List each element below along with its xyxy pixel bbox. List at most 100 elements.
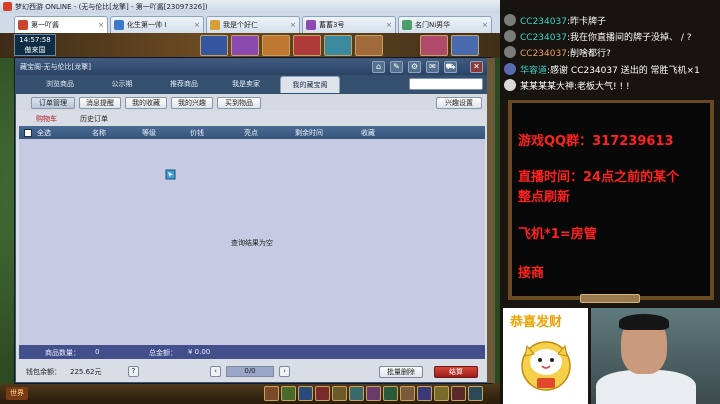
party-portrait[interactable]	[200, 35, 228, 56]
client-tab-4[interactable]: 蓄蓄3号 ×	[302, 16, 396, 33]
window-titlebar: 梦幻西游 ONLINE - (无与伦比[龙擎] - 第一吖酱[23097326]…	[0, 0, 500, 13]
world-chat-button[interactable]: 世界	[6, 387, 28, 400]
col-time-left: 剩余时间	[295, 129, 323, 137]
party-portrait[interactable]	[231, 35, 259, 56]
client-tab-2[interactable]: 化生第一帅 I ×	[110, 16, 204, 33]
dialog-nav: 浏览商品 公示期 推荐商品 我是卖家 我的藏宝阁	[16, 75, 490, 94]
my-favorites-button[interactable]: 我的收藏	[125, 97, 167, 109]
my-interests-button[interactable]: 我的兴趣	[171, 97, 213, 109]
location-name: 傲来国	[24, 46, 46, 54]
batch-delete-button[interactable]: 批量删除	[379, 366, 423, 378]
luck-banner: 恭喜发财	[503, 308, 588, 404]
close-icon[interactable]: ×	[98, 21, 104, 29]
treasure-pavilion-dialog: 藏宝阁-无与伦比[龙擎] ⌂ ✎ ⚙ ✉ ⛟ ✕ 浏览商品 公示期 推荐商品 我…	[15, 58, 491, 383]
party-portrait[interactable]	[262, 35, 290, 56]
chat-message: CC234037:削啥都行?	[520, 49, 611, 59]
hotbar-slot[interactable]	[451, 386, 466, 401]
window-title: 梦幻西游 ONLINE - (无与伦比[龙擎] - 第一吖酱[23097326]…	[15, 2, 208, 11]
avatar	[504, 46, 516, 58]
search-input[interactable]	[409, 78, 483, 90]
wallet-balance: 225.62元	[70, 368, 102, 376]
dialog-header: 藏宝阁-无与伦比[龙擎] ⌂ ✎ ⚙ ✉ ⛟ ✕	[16, 59, 490, 75]
party-portrait[interactable]	[451, 35, 479, 56]
mail-icon[interactable]: ✉	[426, 61, 439, 73]
party-portrait[interactable]	[293, 35, 321, 56]
game-side-scrollbar[interactable]	[487, 58, 495, 383]
hotbar-slot[interactable]	[383, 386, 398, 401]
interest-settings-button[interactable]: 兴趣设置	[436, 97, 482, 109]
hotbar-slot[interactable]	[298, 386, 313, 401]
dialog-title: 藏宝阁-无与伦比[龙擎]	[20, 63, 91, 71]
close-icon[interactable]: ×	[290, 21, 296, 29]
stream-info-panel: 游戏QQ群：317239613 直播时间：24点之前的某个 整点刷新 飞机*1=…	[508, 100, 714, 300]
help-button[interactable]: ?	[128, 366, 139, 377]
tab-recommended[interactable]: 推荐商品	[158, 76, 210, 93]
character-icon	[402, 20, 412, 30]
checkout-button[interactable]: 结算	[434, 366, 478, 378]
empty-result-message: 查询结果为空	[231, 239, 273, 247]
hotbar-slot[interactable]	[349, 386, 364, 401]
table-header: 全选 名称 等级 价钱 亮点 剩余时间 收藏	[19, 126, 485, 139]
hotbar-slot[interactable]	[400, 386, 415, 401]
client-tab-3[interactable]: 我是个好仁 ×	[206, 16, 300, 33]
edit-icon[interactable]: ✎	[390, 61, 403, 73]
purchased-items-button[interactable]: 买到物品	[217, 97, 261, 109]
settings-icon[interactable]: ⚙	[408, 61, 421, 73]
tab-public-period[interactable]: 公示期	[96, 76, 148, 93]
hotbar-slot[interactable]	[434, 386, 449, 401]
tab-shopping-cart[interactable]: 购物车	[36, 114, 57, 124]
stream-overlay: CC234037:昨卡牌子 CC234037:我在你直播间的牌子没掉、 / ? …	[500, 0, 720, 404]
avatar	[504, 79, 516, 91]
tab-browse-goods[interactable]: 浏览商品	[34, 76, 86, 93]
hotbar-slot[interactable]	[417, 386, 432, 401]
message-alerts-button[interactable]: 消息提醒	[79, 97, 121, 109]
tab-seller[interactable]: 我是卖家	[220, 76, 272, 93]
qq-group-text: 游戏QQ群：317239613	[518, 134, 674, 149]
client-tab-5[interactable]: 名门Ni男华 ×	[398, 16, 492, 33]
app-icon	[3, 2, 12, 11]
page-indicator: 0/0	[226, 366, 274, 377]
hotbar-slot[interactable]	[366, 386, 381, 401]
select-all-checkbox[interactable]	[24, 129, 32, 137]
cart-icon[interactable]: ⛟	[444, 61, 457, 73]
tab-order-history[interactable]: 历史订单	[80, 114, 108, 124]
col-price: 价钱	[190, 129, 204, 137]
hotbar-slot[interactable]	[315, 386, 330, 401]
col-favorite: 收藏	[361, 129, 375, 137]
live-time-text-2: 整点刷新	[518, 190, 571, 205]
item-count-label: 商品数量：	[45, 349, 80, 357]
live-time-text: 直播时间：24点之前的某个	[518, 170, 680, 185]
character-icon	[114, 20, 124, 30]
plane-reward-text: 飞机*1=房管	[518, 227, 597, 242]
hotbar-slot[interactable]	[281, 386, 296, 401]
cart-summary: 商品数量： 0 总金额： ¥ 0.00	[19, 345, 485, 359]
live-chat: CC234037:昨卡牌子 CC234037:我在你直播间的牌子没掉、 / ? …	[500, 0, 720, 100]
close-icon[interactable]: ✕	[470, 61, 483, 73]
next-page-button[interactable]: ›	[279, 366, 290, 377]
hotbar-slot[interactable]	[332, 386, 347, 401]
lucky-cat-icon	[521, 341, 571, 391]
col-name: 名称	[92, 129, 106, 137]
prev-page-button[interactable]: ‹	[210, 366, 221, 377]
home-icon[interactable]: ⌂	[372, 61, 385, 73]
tab-my-pavilion[interactable]: 我的藏宝阁	[280, 76, 340, 93]
character-icon	[306, 20, 316, 30]
chat-message: 华容道:感谢 CC234037 送出的 常胜飞机×1	[520, 66, 700, 76]
party-portrait[interactable]	[355, 35, 383, 56]
close-icon[interactable]: ×	[194, 21, 200, 29]
avatar	[504, 30, 516, 42]
hotbar-slot[interactable]	[264, 386, 279, 401]
client-tab-1[interactable]: 第一吖酱 ×	[14, 16, 108, 33]
close-icon[interactable]: ×	[482, 21, 488, 29]
close-icon[interactable]: ×	[386, 21, 392, 29]
cursor-icon	[165, 169, 176, 180]
party-portrait[interactable]	[420, 35, 448, 56]
col-level: 等级	[142, 129, 156, 137]
order-management-button[interactable]: 订单管理	[31, 97, 75, 109]
avatar	[504, 14, 516, 26]
party-portrait[interactable]	[324, 35, 352, 56]
hotbar-slot[interactable]	[468, 386, 483, 401]
client-tab-bar: 第一吖酱 × 化生第一帅 I × 我是个好仁 × 蓄蓄3号 × 名门Ni男华 ×	[0, 13, 500, 33]
avatar	[504, 63, 516, 75]
total-amount: ¥ 0.00	[188, 348, 211, 356]
